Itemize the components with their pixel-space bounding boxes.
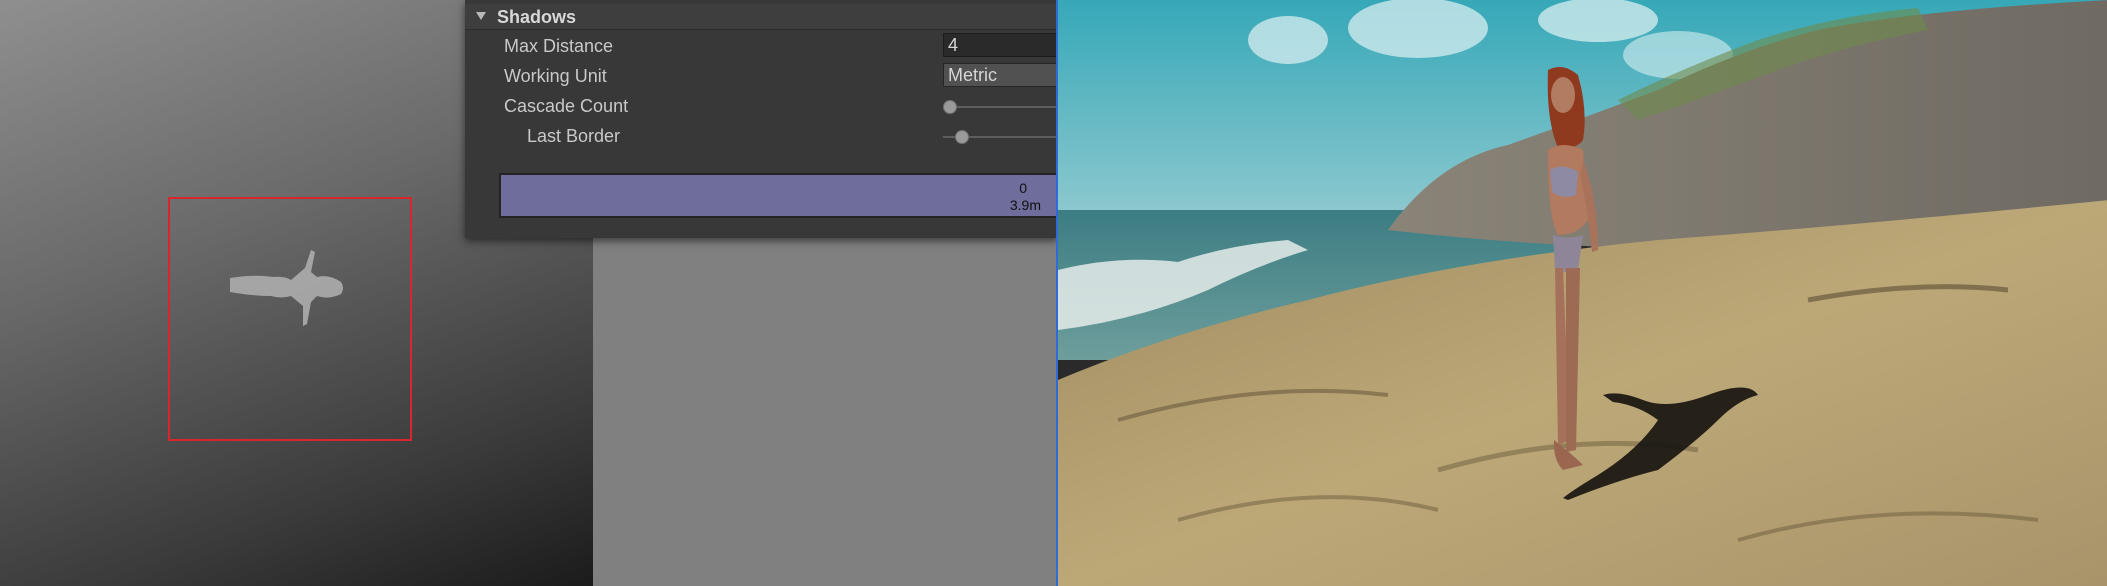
cascade-split-bar[interactable]: 0 3.9m xyxy=(499,173,1057,218)
working-unit-row: Working Unit Metric xyxy=(465,62,1057,90)
shadows-section-title: Shadows xyxy=(497,7,577,27)
scene-view-viewport[interactable] xyxy=(1056,0,2107,586)
cascade-count-row: Cascade Count xyxy=(465,92,1057,120)
cloud xyxy=(1248,16,1328,64)
cloud xyxy=(1538,0,1658,42)
last-border-slider-thumb[interactable] xyxy=(954,130,969,144)
cascade-count-slider[interactable] xyxy=(943,106,1057,108)
last-border-label: Last Border xyxy=(527,126,621,146)
working-unit-label: Working Unit xyxy=(504,66,607,86)
cascade-count-label: Cascade Count xyxy=(504,96,629,116)
max-distance-field[interactable]: 4 xyxy=(943,33,1057,57)
shadowmap-selection-frame xyxy=(168,197,412,441)
cloud xyxy=(1348,0,1488,58)
cascade-index-label: 0 xyxy=(1019,180,1027,196)
cascade-distance-label: 3.9m xyxy=(1009,197,1041,213)
last-border-row: Last Border xyxy=(465,122,1057,150)
shadows-inspector-panel: Shadows Max Distance 4 Working Unit Metr… xyxy=(465,0,1058,238)
working-unit-dropdown[interactable]: Metric xyxy=(943,63,1057,87)
max-distance-row: Max Distance 4 xyxy=(465,32,1057,60)
max-distance-label: Max Distance xyxy=(504,36,614,56)
beach-scene-render xyxy=(1058,0,2107,586)
triangle-down-icon[interactable] xyxy=(475,10,487,22)
shadows-foldout-header[interactable]: Shadows xyxy=(465,4,1057,30)
character-shadow-silhouette xyxy=(230,250,343,326)
cascade-count-slider-thumb[interactable] xyxy=(943,100,957,114)
